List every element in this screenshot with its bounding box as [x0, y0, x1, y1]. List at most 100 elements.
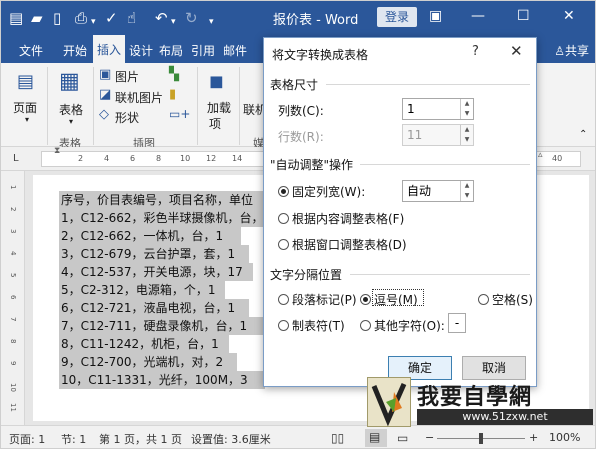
- pages-icon: ▤: [17, 71, 35, 92]
- tab-selector-icon[interactable]: L: [13, 153, 19, 164]
- paragraph-mark-label[interactable]: 段落标记(P): [292, 291, 357, 308]
- shapes-button[interactable]: 形状: [115, 109, 139, 126]
- zoom-out-button[interactable]: −: [425, 431, 434, 444]
- tab-label[interactable]: 制表符(T): [292, 317, 345, 334]
- table-icon: ▦: [59, 69, 80, 94]
- pages-chevron-icon[interactable]: ▾: [25, 115, 29, 124]
- indent-marker-icon[interactable]: ⧗: [54, 146, 60, 156]
- open-icon[interactable]: ▰: [31, 9, 43, 27]
- print-icon[interactable]: ⎙: [75, 9, 87, 27]
- columns-value: 1: [407, 102, 415, 116]
- zoom-slider-thumb[interactable]: [479, 433, 483, 444]
- window-close-icon[interactable]: ✕: [563, 8, 575, 24]
- autofit-window-radio[interactable]: [278, 239, 289, 250]
- text-line[interactable]: 3，C12-679，云台护罩，套，1: [59, 245, 249, 263]
- login-button[interactable]: 登录: [377, 7, 417, 27]
- undo-icon[interactable]: ↶: [155, 9, 168, 27]
- picture-button[interactable]: 图片: [115, 68, 139, 85]
- text-line[interactable]: 9，C12-700，光端机，对，2: [59, 353, 237, 371]
- text-line[interactable]: 1，C12-662，彩色半球摄像机，台，: [59, 209, 265, 227]
- text-line[interactable]: 6，C12-721，液晶电视，台，1: [59, 299, 249, 317]
- other-char-label[interactable]: 其他字符(O):: [374, 317, 445, 334]
- right-indent-icon[interactable]: ▵: [538, 150, 543, 160]
- fixed-width-input[interactable]: 自动 ▲ ▼: [402, 180, 474, 202]
- text-line[interactable]: 2，C12-662，一体机，台，1: [59, 227, 241, 245]
- vertical-ruler[interactable]: 1 2 3 4 5 6 7 8 9 10 11: [1, 171, 25, 425]
- ruler-tick: 6: [130, 154, 136, 163]
- divider: [47, 67, 48, 145]
- online-picture-button[interactable]: 联机图片: [115, 89, 163, 106]
- save-icon[interactable]: ▤: [9, 9, 23, 27]
- space-radio[interactable]: [478, 294, 489, 305]
- spin-arrows-icon[interactable]: ▲ ▼: [460, 99, 473, 119]
- customize-qat-icon[interactable]: ▾: [209, 13, 214, 31]
- undo-dropdown-icon[interactable]: ▾: [171, 13, 176, 31]
- page-indicator[interactable]: 页面: 1: [9, 431, 45, 447]
- tab-insert[interactable]: 插入: [93, 35, 125, 63]
- fixed-width-label[interactable]: 固定列宽(W):: [292, 183, 365, 200]
- table-button[interactable]: 表格: [59, 101, 83, 118]
- other-char-radio[interactable]: [360, 320, 371, 331]
- text-line[interactable]: 8，C11-1242，机柜，台，1: [59, 335, 229, 353]
- comma-label[interactable]: 逗号(M): [374, 291, 418, 308]
- addin-button[interactable]: 加载: [207, 99, 231, 116]
- tab-mailings[interactable]: 邮件: [223, 42, 247, 59]
- space-label[interactable]: 空格(S): [492, 291, 533, 308]
- web-layout-icon[interactable]: ▭: [397, 431, 408, 445]
- tab-references[interactable]: 引用: [191, 42, 215, 59]
- addin-button-line2[interactable]: 项: [209, 115, 221, 132]
- chart-icon[interactable]: ▮: [169, 87, 176, 102]
- title-bar: ▤ ▰ ▯ ⎙ ▾ ✓ ☝ ↶ ▾ ↻ ▾ 报价表 - Word 登录 ▣ — …: [1, 1, 595, 35]
- smartart-icon[interactable]: ▚: [169, 67, 179, 82]
- help-icon[interactable]: ?: [472, 44, 479, 59]
- setting-value[interactable]: 设置值: 3.6厘米: [191, 431, 271, 447]
- section-indicator[interactable]: 节: 1: [61, 431, 86, 447]
- spin-arrows-icon[interactable]: ▲ ▼: [460, 125, 473, 145]
- person-icon: ♙: [554, 44, 565, 58]
- paragraph-mark-radio[interactable]: [278, 294, 289, 305]
- vruler-tick: 7: [9, 317, 17, 322]
- table-chevron-icon[interactable]: ▾: [69, 117, 73, 126]
- comma-radio[interactable]: [360, 294, 371, 305]
- fixed-width-radio[interactable]: [278, 186, 289, 197]
- tab-radio[interactable]: [278, 320, 289, 331]
- autofit-contents-label[interactable]: 根据内容调整表格(F): [292, 210, 404, 227]
- collapse-ribbon-icon[interactable]: ⌃: [579, 129, 587, 140]
- new-icon[interactable]: ▯: [53, 9, 61, 27]
- zoom-level[interactable]: 100%: [549, 431, 580, 444]
- minimize-icon[interactable]: —: [471, 8, 485, 24]
- tab-file[interactable]: 文件: [19, 42, 43, 59]
- chevron-down-icon[interactable]: ▾: [91, 13, 96, 31]
- spellcheck-icon[interactable]: ✓: [105, 9, 118, 27]
- maximize-icon[interactable]: ☐: [517, 8, 530, 24]
- share-button[interactable]: ♙共享: [554, 42, 589, 59]
- autofit-window-label[interactable]: 根据窗口调整表格(D): [292, 236, 407, 253]
- spin-arrows-icon[interactable]: ▲ ▼: [460, 181, 473, 201]
- ribbon-display-options-icon[interactable]: ▣: [429, 8, 442, 24]
- redo-icon[interactable]: ↻: [185, 9, 198, 27]
- read-mode-icon[interactable]: ▯▯: [331, 431, 344, 445]
- tab-design[interactable]: 设计: [129, 42, 153, 59]
- tab-layout[interactable]: 布局: [159, 42, 183, 59]
- other-char-input[interactable]: -: [448, 313, 466, 333]
- touch-icon[interactable]: ☝: [127, 9, 136, 27]
- autofit-section: "自动调整"操作: [270, 158, 354, 172]
- text-line[interactable]: 序号，价目表编号，项目名称，单位: [59, 191, 265, 209]
- rows-input[interactable]: 11 ▲ ▼: [402, 124, 474, 146]
- vruler-tick: 10: [9, 383, 17, 392]
- watermark-logo-icon: [371, 382, 407, 427]
- screenshot-icon[interactable]: ▭+: [169, 107, 190, 121]
- pages-button[interactable]: 页面: [13, 99, 37, 116]
- zoom-in-button[interactable]: +: [529, 431, 538, 444]
- columns-input[interactable]: 1 ▲ ▼: [402, 98, 474, 120]
- text-line[interactable]: 4，C12-537，开关电源，块，17: [59, 263, 253, 281]
- close-icon[interactable]: ✕: [510, 42, 523, 60]
- page-count[interactable]: 第 1 页，共 1 页: [99, 431, 182, 447]
- word-window: ▤ ▰ ▯ ⎙ ▾ ✓ ☝ ↶ ▾ ↻ ▾ 报价表 - Word 登录 ▣ — …: [0, 0, 596, 449]
- text-line[interactable]: 5，C2-312，电源箱，个，1: [59, 281, 225, 299]
- text-line[interactable]: 10，C11-1331，光纤，100M，3: [59, 371, 265, 389]
- text-line[interactable]: 7，C12-711，硬盘录像机，台，1: [59, 317, 265, 335]
- tab-home[interactable]: 开始: [63, 42, 87, 59]
- table-size-section: 表格尺寸: [270, 78, 319, 92]
- autofit-contents-radio[interactable]: [278, 213, 289, 224]
